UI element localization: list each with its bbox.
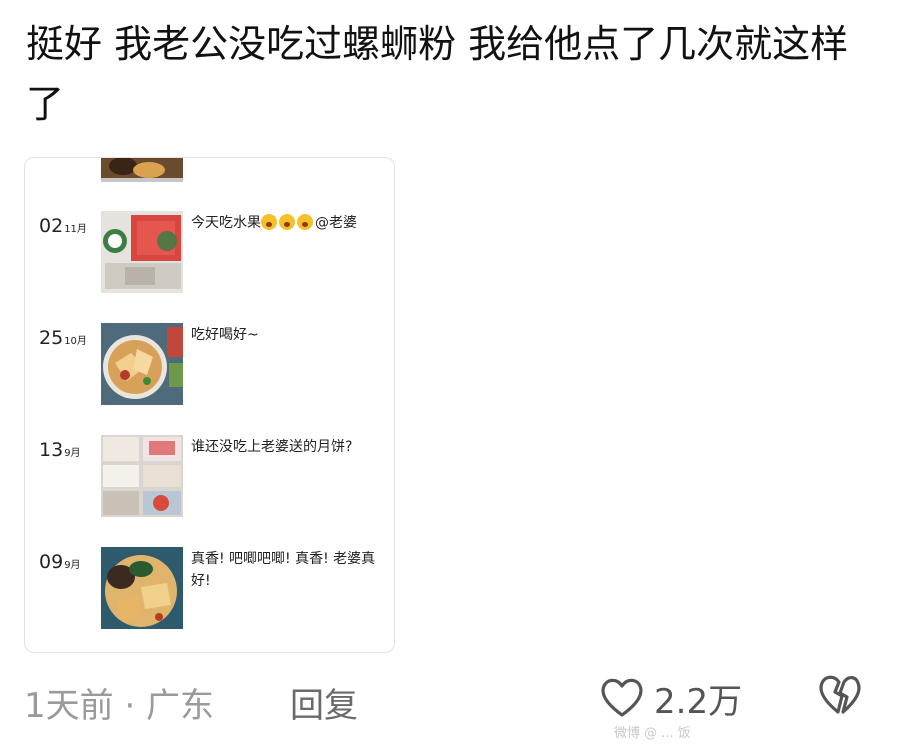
post-date: 099月 — [39, 551, 81, 573]
comment-page: 挺好 我老公没吃过螺蛳粉 我给他点了几次就这样了 0211月 今天吃水果 @老婆… — [0, 0, 910, 756]
post-date: 2510月 — [39, 327, 87, 349]
post-day: 02 — [39, 215, 64, 237]
caption-text: 今天吃水果 — [191, 215, 261, 231]
dislike-button[interactable] — [816, 672, 864, 720]
timeline-post[interactable]: 099月 真香! 吧唧吧唧! 真香! 老婆真好! — [25, 547, 394, 637]
like-button[interactable]: 2.2万 — [598, 674, 742, 723]
heart-outline-icon — [598, 675, 646, 723]
timeline-screenshot[interactable]: 0211月 今天吃水果 @老婆 2510月 吃好喝好~ 139月 谁还没吃上老婆… — [24, 157, 395, 653]
mention-text[interactable]: @老婆 — [315, 215, 357, 231]
post-day: 25 — [39, 327, 64, 349]
broken-heart-icon — [816, 675, 864, 720]
fruit-photo — [101, 211, 183, 293]
post-caption: 今天吃水果 @老婆 — [191, 212, 383, 234]
like-count: 2.2万 — [654, 682, 743, 722]
post-date: 139月 — [39, 439, 81, 461]
post-day: 13 — [39, 439, 64, 461]
post-caption: 吃好喝好~ — [191, 327, 259, 343]
surprised-face-icon — [279, 214, 295, 230]
comment-footer: 1天前 · 广东 回复 2.2万 — [0, 672, 910, 728]
partial-food-photo — [101, 158, 183, 182]
watermark: 微博 @ ... 饭 — [614, 726, 691, 741]
timeline-post[interactable]: 0211月 今天吃水果 @老婆 — [25, 211, 394, 301]
post-month: 9月 — [64, 448, 81, 459]
noodle-bowl-photo — [101, 323, 183, 405]
post-month: 11月 — [64, 224, 87, 235]
post-caption: 真香! 吧唧吧唧! 真香! 老婆真好! — [191, 551, 376, 589]
mooncake-boxes-photo — [101, 435, 183, 517]
post-caption: 谁还没吃上老婆送的月饼? — [191, 439, 353, 455]
comment-text: 挺好 我老公没吃过螺蛳粉 我给他点了几次就这样了 — [26, 22, 849, 126]
surprised-face-icon — [261, 214, 277, 230]
timeline-post[interactable]: 139月 谁还没吃上老婆送的月饼? — [25, 435, 394, 525]
reply-button[interactable]: 回复 — [290, 678, 358, 727]
time-location: 1天前 · 广东 — [24, 686, 215, 726]
post-month: 9月 — [64, 560, 81, 571]
surprised-face-icon — [297, 214, 313, 230]
timeline-post[interactable]: 2510月 吃好喝好~ — [25, 323, 394, 413]
post-date: 0211月 — [39, 215, 87, 237]
snail-noodle-photo — [101, 547, 183, 629]
post-day: 09 — [39, 551, 64, 573]
post-month: 10月 — [64, 336, 87, 347]
